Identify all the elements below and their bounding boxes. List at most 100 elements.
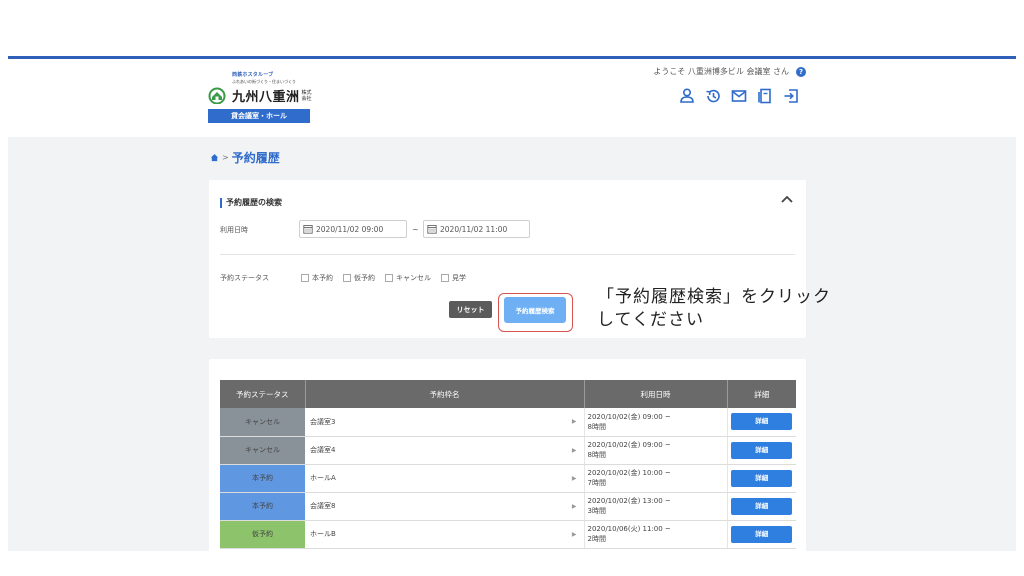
datetime-start: 2020/10/02(金) 09:00 ~: [587, 412, 671, 421]
house-logo-icon: [208, 87, 226, 104]
name-cell[interactable]: 会議室4 ▶: [305, 436, 584, 465]
history-icon[interactable]: [704, 87, 722, 105]
datetime-cell: 2020/10/02(金) 13:00 ~ 3時間: [583, 492, 727, 521]
detail-button[interactable]: 詳細: [731, 497, 793, 515]
detail-cell: 詳細: [726, 464, 796, 493]
document-icon[interactable]: [756, 87, 774, 105]
table-header-row: 予約ステータス 予約枠名 利用日時 詳細: [220, 380, 796, 408]
checkbox-confirmed[interactable]: 本予約: [301, 273, 333, 283]
room-name: ホールA: [310, 474, 336, 482]
date-label: 利用日時: [220, 226, 248, 234]
detail-cell: 詳細: [726, 436, 796, 465]
status-cell: 本予約: [220, 464, 305, 493]
name-cell[interactable]: 会議室3 ▶: [305, 408, 584, 437]
datetime-start: 2020/10/06(火) 11:00 ~: [587, 525, 671, 533]
status-cell: 本予約: [220, 492, 305, 521]
instruction-line-2: してください: [597, 310, 704, 330]
reservation-table: 予約ステータス 予約枠名 利用日時 詳細 キャンセル 会議室3 ▶ 2020/10…: [220, 380, 796, 549]
datetime-start: 2020/10/02(金) 13:00 ~: [587, 497, 671, 505]
table-row[interactable]: 仮予約 ホールB ▶ 2020/10/06(火) 11:00 ~ 2時間 詳細: [220, 520, 796, 549]
table-row[interactable]: 本予約 ホールA ▶ 2020/10/02(金) 10:00 ~ 7時間 詳細: [220, 464, 796, 493]
column-header-name: 予約枠名: [305, 380, 585, 408]
caret-right-icon: ▶: [571, 418, 577, 425]
main-content: > 予約履歴 予約履歴の検索 利用日時 2020/11/02 09:00 ~ 2…: [8, 137, 1016, 551]
room-name: ホールB: [310, 530, 336, 538]
room-name: 会議室3: [310, 417, 336, 426]
home-icon[interactable]: [210, 153, 219, 162]
datetime-cell: 2020/10/02(金) 10:00 ~ 7時間: [583, 464, 727, 493]
highlight-box: [498, 293, 573, 332]
checkbox-label: 見学: [452, 274, 466, 282]
datetime-cell: 2020/10/02(金) 09:00 ~8時間: [583, 408, 727, 437]
status-cell: キャンセル: [220, 436, 305, 465]
user-icon[interactable]: [678, 87, 696, 105]
mail-icon[interactable]: [730, 87, 748, 105]
duration: 7時間: [587, 479, 606, 487]
app-window: 西鉄ホスタルーブ ふれあいの街づくり・住まいづくり 九州八重洲 株式会社 貸会議…: [8, 59, 1016, 551]
datetime-cell: 2020/10/06(火) 11:00 ~ 2時間: [583, 520, 727, 549]
table-row[interactable]: キャンセル 会議室3 ▶ 2020/10/02(金) 09:00 ~8時間 詳細: [220, 408, 796, 437]
checkbox-box[interactable]: [343, 274, 351, 282]
detail-button[interactable]: 詳細: [731, 413, 793, 431]
date-to-field[interactable]: 2020/11/02 11:00: [423, 220, 530, 238]
detail-button[interactable]: 詳細: [731, 441, 793, 459]
welcome-text-wrap: ようこそ 八重洲博多ビル 会議室 さん ?: [653, 66, 806, 77]
checkbox-visit[interactable]: 見学: [441, 273, 466, 283]
chevron-up-icon[interactable]: [780, 194, 794, 204]
duration: 2時間: [587, 535, 606, 543]
table-row[interactable]: 本予約 会議室8 ▶ 2020/10/02(金) 13:00 ~ 3時間 詳細: [220, 492, 796, 521]
status-cell: キャンセル: [220, 408, 305, 437]
name-cell[interactable]: ホールA ▶: [305, 464, 584, 493]
logout-icon[interactable]: [782, 87, 800, 105]
service-label: 貸会議室・ホール: [208, 109, 310, 123]
date-from-field[interactable]: 2020/11/02 09:00: [299, 220, 407, 238]
checkbox-box[interactable]: [441, 274, 449, 282]
table-row[interactable]: キャンセル 会議室4 ▶ 2020/10/02(金) 09:00 ~ 8時間 詳細: [220, 436, 796, 465]
status-filter-label: 予約ステータス: [220, 274, 269, 282]
caret-right-icon: ▶: [571, 502, 577, 510]
help-icon[interactable]: ?: [796, 66, 806, 77]
duration: 8時間: [587, 422, 606, 431]
breadcrumb: > 予約履歴: [210, 149, 280, 166]
welcome-text: ようこそ 八重洲博多ビル 会議室 さん: [653, 67, 789, 76]
column-header-detail: 詳細: [727, 380, 796, 408]
datetime-cell: 2020/10/02(金) 09:00 ~ 8時間: [583, 436, 727, 465]
instruction-line-1: 「予約履歴検索」をクリック: [597, 287, 831, 307]
search-panel-title: 予約履歴の検索: [220, 198, 282, 208]
duration: 3時間: [587, 507, 606, 515]
slide: 西鉄ホスタルーブ ふれあいの街づくり・住まいづくり 九州八重洲 株式会社 貸会議…: [0, 0, 1024, 576]
detail-cell: 詳細: [726, 520, 796, 549]
duration: 8時間: [587, 451, 606, 459]
logo-corp-suffix: 株式会社: [301, 89, 312, 102]
checkbox-box[interactable]: [385, 274, 393, 282]
detail-cell: 詳細: [726, 408, 796, 437]
company-logo[interactable]: 西鉄ホスタルーブ ふれあいの街づくり・住まいづくり 九州八重洲 株式会社 貸会議…: [208, 71, 318, 123]
checkbox-label: キャンセル: [396, 274, 431, 282]
reset-button[interactable]: リセット: [449, 301, 492, 318]
breadcrumb-separator: >: [222, 153, 229, 162]
name-cell[interactable]: 会議室8 ▶: [305, 492, 584, 521]
name-cell[interactable]: ホールB ▶: [305, 520, 584, 549]
checkbox-label: 仮予約: [354, 274, 375, 282]
calendar-icon: [427, 225, 437, 234]
header-icon-bar: [678, 87, 808, 105]
page-title: 予約履歴: [231, 151, 280, 165]
status-checkboxes: 本予約 仮予約 キャンセル 見学: [301, 273, 476, 283]
caret-right-icon: ▶: [571, 446, 577, 454]
datetime-start: 2020/10/02(金) 09:00 ~: [587, 441, 671, 449]
checkbox-cancel[interactable]: キャンセル: [385, 273, 431, 283]
checkbox-box[interactable]: [301, 274, 309, 282]
logo-company-name: 九州八重洲: [232, 90, 300, 105]
column-header-status: 予約ステータス: [220, 380, 306, 408]
checkbox-tentative[interactable]: 仮予約: [343, 273, 375, 283]
room-name: 会議室8: [310, 502, 336, 510]
logo-group-text: 西鉄ホスタルーブ: [232, 72, 274, 78]
detail-cell: 詳細: [726, 492, 796, 521]
room-name: 会議室4: [310, 446, 336, 454]
detail-button[interactable]: 詳細: [731, 469, 793, 487]
site-header: 西鉄ホスタルーブ ふれあいの街づくり・住まいづくり 九州八重洲 株式会社 貸会議…: [8, 59, 1016, 137]
detail-button[interactable]: 詳細: [731, 525, 793, 543]
datetime-start: 2020/10/02(金) 10:00 ~: [587, 469, 671, 477]
date-from-value: 2020/11/02 09:00: [316, 224, 384, 234]
logo-tagline: ふれあいの街づくり・住まいづくり: [232, 79, 296, 84]
